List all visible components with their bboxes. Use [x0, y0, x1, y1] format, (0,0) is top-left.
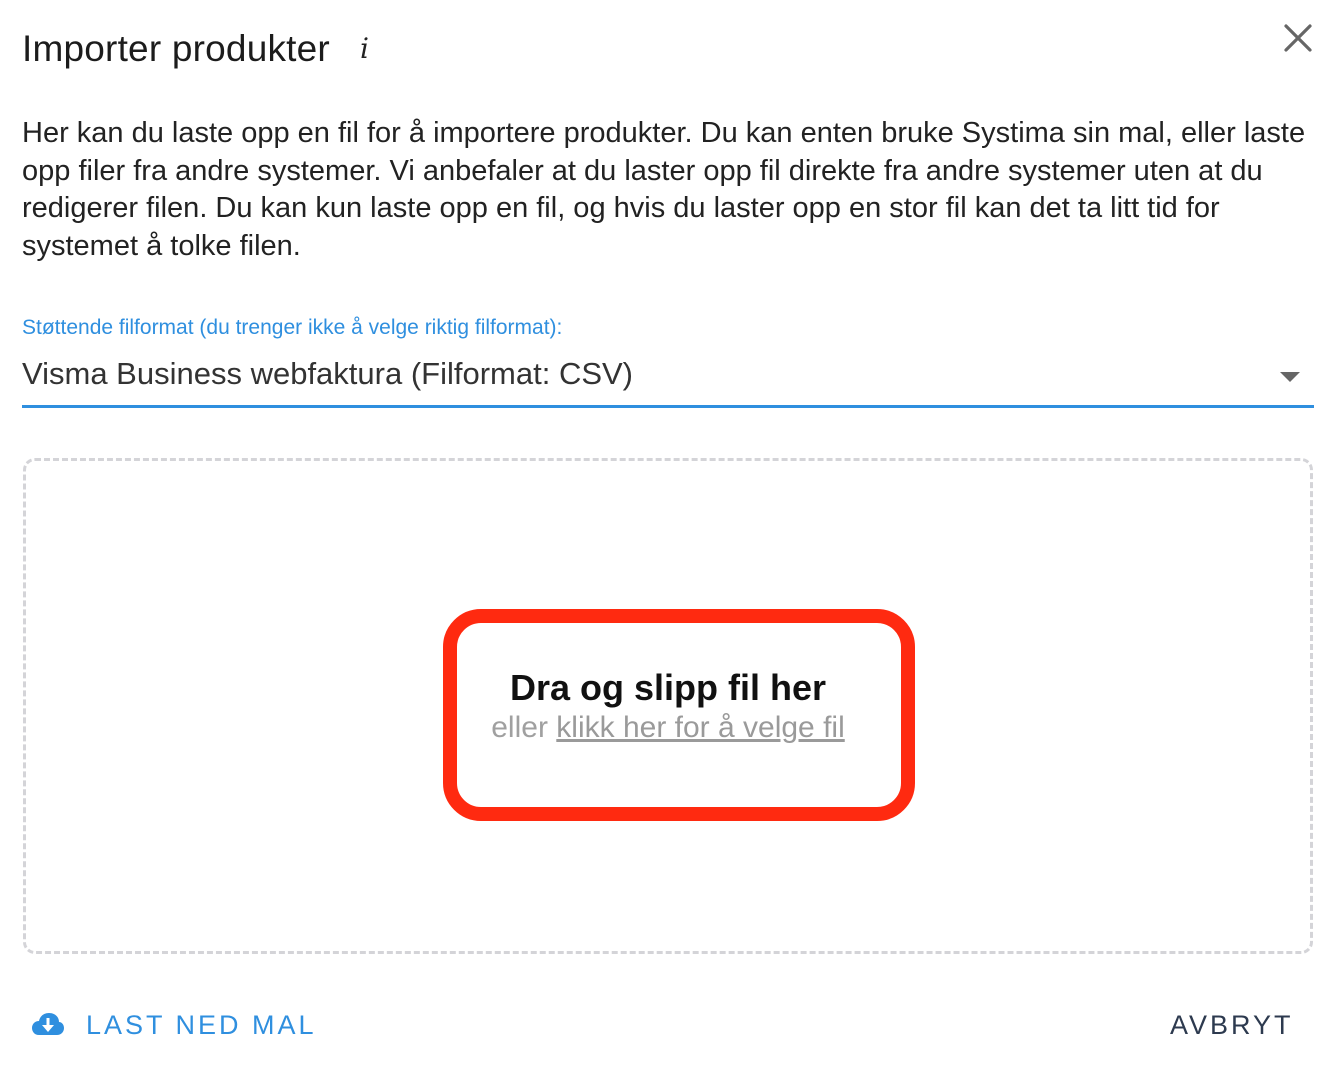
- dialog-header: Importer produkter i: [22, 28, 369, 70]
- choose-file-link[interactable]: klikk her for å velge fil: [556, 711, 844, 744]
- cloud-download-icon: [32, 1013, 64, 1035]
- select-underline: [22, 405, 1314, 408]
- cancel-button[interactable]: AVBRYT: [1170, 1005, 1294, 1045]
- import-products-dialog: Importer produkter i Her kan du laste op…: [0, 0, 1340, 1080]
- dropzone-prefix: eller: [491, 711, 548, 744]
- dialog-description: Her kan du laste opp en fil for å import…: [22, 117, 1306, 262]
- file-format-value[interactable]: Visma Business webfaktura (Filformat: CS…: [22, 356, 633, 392]
- dropzone-title: Dra og slipp fil her: [509, 667, 827, 708]
- info-icon[interactable]: i: [360, 35, 369, 63]
- dialog-title: Importer produkter: [22, 28, 330, 69]
- download-template-label: LAST NED MAL: [86, 1009, 317, 1040]
- download-template-button[interactable]: LAST NED MAL: [30, 1005, 317, 1045]
- dropdown-arrow-icon[interactable]: [1280, 372, 1300, 382]
- file-format-label: Støttende filformat (du trenger ikke å v…: [22, 316, 563, 339]
- close-button[interactable]: [1280, 20, 1316, 56]
- file-format-select[interactable]: Støttende filformat (du trenger ikke å v…: [22, 316, 1314, 408]
- dropzone-subtitle: eller klikk her for å velge fil: [26, 711, 1310, 745]
- file-dropzone[interactable]: Dra og slipp fil her eller klikk her for…: [23, 458, 1313, 954]
- close-icon: [1284, 24, 1312, 52]
